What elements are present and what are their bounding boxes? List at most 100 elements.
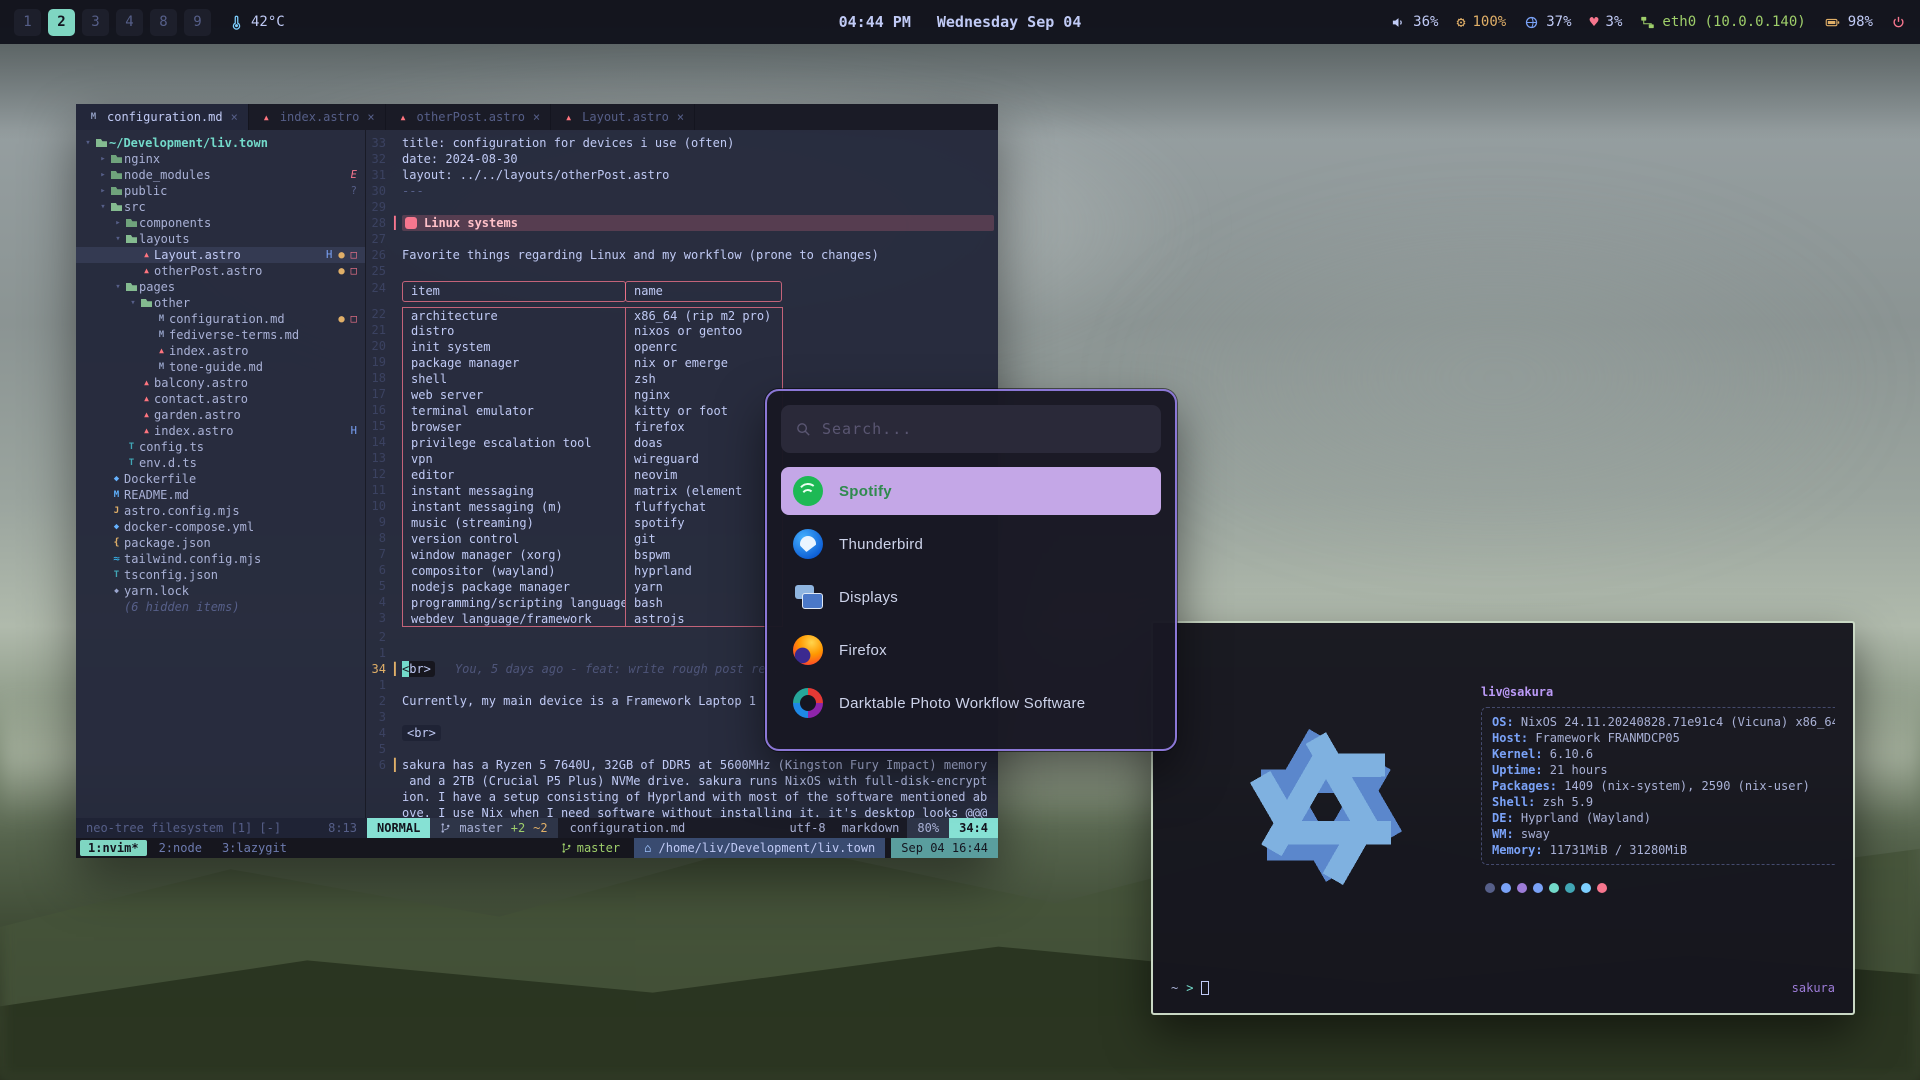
file-tree-row[interactable]: env.d.ts bbox=[76, 455, 365, 471]
file-tree-row[interactable]: ▸ public ? bbox=[76, 183, 365, 199]
file-tree-row[interactable]: Layout.astro H ● □ bbox=[76, 247, 365, 263]
chevron-icon[interactable]: ▾ bbox=[112, 279, 124, 295]
file-tree-row[interactable]: yarn.lock bbox=[76, 583, 365, 599]
editor-line[interactable]: 27 bbox=[366, 231, 998, 247]
load-module[interactable]: ♥ 3% bbox=[1590, 14, 1623, 30]
editor-line[interactable]: 29 bbox=[366, 199, 998, 215]
shell-prompt[interactable]: ~ > sakura bbox=[1171, 977, 1835, 999]
line-number: 13 bbox=[366, 451, 394, 467]
workspace-button[interactable]: 1 bbox=[14, 9, 41, 36]
editor-tab[interactable]: index.astro × bbox=[249, 104, 386, 130]
file-tree-row[interactable]: ▾ other bbox=[76, 295, 365, 311]
editor-tab[interactable]: configuration.md × bbox=[76, 104, 249, 130]
fetch-terminal-window[interactable]: liv@sakura OS: NixOS 24.11.20240828.71e9… bbox=[1151, 621, 1855, 1015]
file-tree-row[interactable]: docker-compose.yml bbox=[76, 519, 365, 535]
file-tree-row[interactable]: ▸ components bbox=[76, 215, 365, 231]
file-tree-row[interactable]: ▾ layouts bbox=[76, 231, 365, 247]
chevron-icon[interactable]: ▸ bbox=[112, 215, 124, 231]
network-module[interactable]: eth0 (10.0.0.140) bbox=[1640, 14, 1805, 30]
table-row[interactable]: 18 shell zsh bbox=[366, 371, 998, 387]
gear-module[interactable]: ⚙ 100% bbox=[1456, 14, 1506, 30]
file-tree-row[interactable]: fediverse-terms.md bbox=[76, 327, 365, 343]
search-input[interactable] bbox=[822, 420, 1147, 438]
file-tree-row[interactable]: tsconfig.json bbox=[76, 567, 365, 583]
file-tree-row[interactable]: ▾ ~/Development/liv.town bbox=[76, 135, 365, 151]
file-tree-row[interactable]: ▾ src bbox=[76, 199, 365, 215]
file-tree-row[interactable]: package.json bbox=[76, 535, 365, 551]
chevron-icon[interactable]: ▾ bbox=[97, 199, 109, 215]
editor-line[interactable]: and a 2TB (Crucial P5 Plus) NVMe drive. … bbox=[366, 773, 998, 789]
close-icon[interactable]: × bbox=[367, 110, 374, 124]
launcher-item[interactable]: Darktable Photo Workflow Software bbox=[781, 679, 1161, 727]
launcher-item[interactable]: Spotify bbox=[781, 467, 1161, 515]
file-tree-row[interactable]: index.astro H bbox=[76, 423, 365, 439]
astro-file-icon bbox=[139, 391, 154, 407]
launcher-item[interactable]: Firefox bbox=[781, 626, 1161, 674]
table-cell-item: init system bbox=[402, 339, 626, 355]
editor-line[interactable]: 31 layout: ../../layouts/otherPost.astro bbox=[366, 167, 998, 183]
table-row[interactable]: 20 init system openrc bbox=[366, 339, 998, 355]
editor-line[interactable]: 32 date: 2024-08-30 bbox=[366, 151, 998, 167]
chevron-icon[interactable]: ▾ bbox=[127, 295, 139, 311]
power-module[interactable] bbox=[1891, 15, 1906, 30]
editor-line[interactable]: 28 Linux systems bbox=[366, 215, 998, 231]
launcher-search[interactable] bbox=[781, 405, 1161, 453]
file-tree-row[interactable]: ▸ nginx bbox=[76, 151, 365, 167]
chevron-icon[interactable]: ▸ bbox=[97, 151, 109, 167]
chevron-icon[interactable]: ▾ bbox=[82, 135, 94, 151]
chevron-icon[interactable]: ▾ bbox=[112, 231, 124, 247]
chevron-icon[interactable]: ▸ bbox=[97, 183, 109, 199]
load-value: 3% bbox=[1606, 14, 1623, 30]
file-tree-row[interactable]: astro.config.mjs bbox=[76, 503, 365, 519]
file-tree-row[interactable]: configuration.md ● □ bbox=[76, 311, 365, 327]
file-tree-row[interactable]: (6 hidden items) bbox=[76, 599, 365, 615]
table-row[interactable]: 22 architecture x86_64 (rip m2 pro) bbox=[366, 307, 998, 323]
file-tree-row[interactable]: README.md bbox=[76, 487, 365, 503]
editor-tab[interactable]: Layout.astro × bbox=[551, 104, 695, 130]
editor-line[interactable]: 33 title: configuration for devices i us… bbox=[366, 135, 998, 151]
editor-line[interactable]: 25 bbox=[366, 263, 998, 279]
file-tree-row[interactable]: contact.astro bbox=[76, 391, 365, 407]
file-tree-row[interactable]: garden.astro bbox=[76, 407, 365, 423]
tmux-window-tab[interactable]: 1:nvim* bbox=[80, 840, 147, 856]
table-cell-name: bash bbox=[626, 595, 783, 611]
workspace-button[interactable]: 3 bbox=[82, 9, 109, 36]
editor-line[interactable]: 6 sakura has a Ryzen 5 7640U, 32GB of DD… bbox=[366, 757, 998, 773]
close-icon[interactable]: × bbox=[677, 110, 684, 124]
table-row[interactable]: 21 distro nixos or gentoo bbox=[366, 323, 998, 339]
file-tree-row[interactable]: tailwind.config.mjs bbox=[76, 551, 365, 567]
editor-line[interactable]: 30 --- bbox=[366, 183, 998, 199]
editor-line[interactable]: 26 Favorite things regarding Linux and m… bbox=[366, 247, 998, 263]
workspace-button[interactable]: 9 bbox=[184, 9, 211, 36]
tmux-window-tab[interactable]: 3:lazygit bbox=[214, 840, 295, 856]
workspace-button[interactable]: 2 bbox=[48, 9, 75, 36]
workspace-button[interactable]: 8 bbox=[150, 9, 177, 36]
line-number: 17 bbox=[366, 387, 394, 403]
file-tree-row[interactable]: index.astro bbox=[76, 343, 365, 359]
unstaged-badge: □ bbox=[351, 247, 357, 263]
file-tree-row[interactable]: ▸ node_modules E bbox=[76, 167, 365, 183]
workspace-button[interactable]: 4 bbox=[116, 9, 143, 36]
close-icon[interactable]: × bbox=[533, 110, 540, 124]
file-name: README.md bbox=[124, 487, 189, 503]
file-tree-row[interactable]: otherPost.astro ● □ bbox=[76, 263, 365, 279]
file-tree-row[interactable]: ▾ pages bbox=[76, 279, 365, 295]
close-icon[interactable]: × bbox=[231, 110, 238, 124]
disk-module[interactable]: 37% bbox=[1524, 14, 1571, 30]
editor-line[interactable]: ove. I use Nix when I need software with… bbox=[366, 805, 998, 818]
file-tree-row[interactable]: config.ts bbox=[76, 439, 365, 455]
vim-mode-indicator: NORMAL bbox=[367, 818, 430, 838]
file-tree-row[interactable]: tone-guide.md bbox=[76, 359, 365, 375]
battery-module[interactable]: 98% bbox=[1824, 14, 1873, 30]
tmux-window-tab[interactable]: 2:node bbox=[151, 840, 210, 856]
file-tree-row[interactable]: balcony.astro bbox=[76, 375, 365, 391]
file-tree-row[interactable]: Dockerfile bbox=[76, 471, 365, 487]
launcher-item[interactable]: Displays bbox=[781, 573, 1161, 621]
editor-tab[interactable]: otherPost.astro × bbox=[386, 104, 552, 130]
volume-module[interactable]: 36% bbox=[1391, 14, 1438, 30]
chevron-icon[interactable]: ▸ bbox=[97, 167, 109, 183]
table-row[interactable]: 19 package manager nix or emerge bbox=[366, 355, 998, 371]
launcher-item[interactable]: Thunderbird bbox=[781, 520, 1161, 568]
line-number: 1 bbox=[366, 645, 394, 661]
editor-line[interactable]: ion. I have a setup consisting of Hyprla… bbox=[366, 789, 998, 805]
